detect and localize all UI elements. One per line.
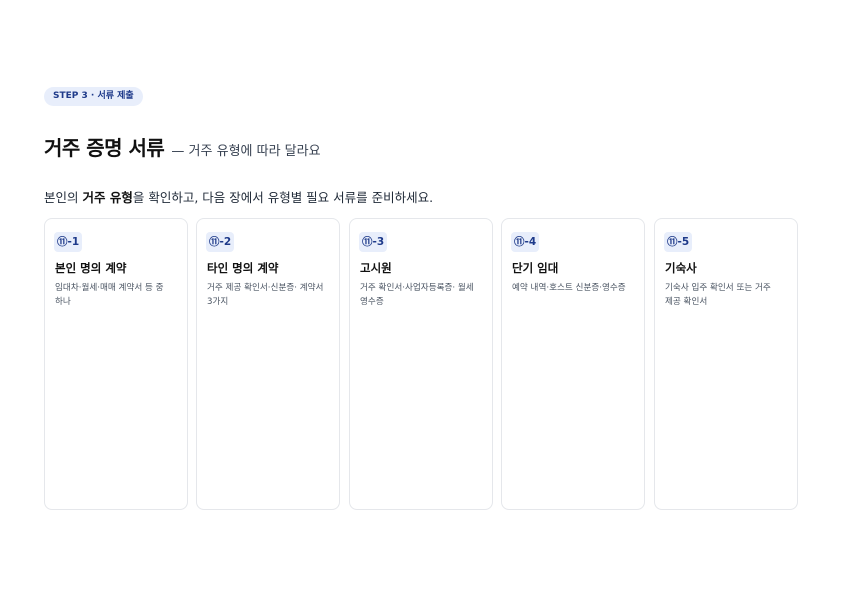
card-tag: ⑪-5 xyxy=(664,232,693,252)
card-title: 단기 임대 xyxy=(512,261,559,275)
intro-emphasis: 거주 유형 xyxy=(82,190,133,205)
card-gosiwon: ⑪-3 고시원 거주 확인서·사업자등록증· 월세 영수증 xyxy=(349,218,493,510)
step-badge: STEP 3 · 서류 제출 xyxy=(44,87,143,106)
page-title: 거주 증명 서류 — 거주 유형에 따라 달라요 xyxy=(44,132,321,161)
card-desc: 거주 확인서·사업자등록증· 월세 영수증 xyxy=(360,283,474,307)
card-desc: 예약 내역·호스트 신분증·영수증 xyxy=(512,283,626,293)
intro-after: 을 확인하고, 다음 장에서 유형별 필요 서류를 준비하세요. xyxy=(132,190,434,205)
card-own-contract: ⑪-1 본인 명의 계약 임대차·월세·매매 계약서 등 중 하나 xyxy=(44,218,188,510)
card-dormitory: ⑪-5 기숙사 기숙사 입주 확인서 또는 거주 제공 확인서 xyxy=(654,218,798,510)
card-tag: ⑪-3 xyxy=(359,232,388,252)
card-short-term-rental: ⑪-4 단기 임대 예약 내역·호스트 신분증·영수증 xyxy=(501,218,645,510)
card-desc: 거주 제공 확인서·신분증· 계약서 3가지 xyxy=(207,283,324,307)
page: STEP 3 · 서류 제출 거주 증명 서류 — 거주 유형에 따라 달라요 … xyxy=(0,0,842,595)
page-title-sub: — 거주 유형에 따라 달라요 xyxy=(171,144,321,159)
card-title: 본인 명의 계약 xyxy=(55,261,127,275)
intro-before: 본인의 xyxy=(44,190,83,205)
card-tag: ⑪-4 xyxy=(511,232,540,252)
intro-text: 본인의 거주 유형을 확인하고, 다음 장에서 유형별 필요 서류를 준비하세요… xyxy=(44,187,433,206)
card-desc: 기숙사 입주 확인서 또는 거주 제공 확인서 xyxy=(665,283,771,307)
residence-type-cards: ⑪-1 본인 명의 계약 임대차·월세·매매 계약서 등 중 하나 ⑪-2 타인… xyxy=(44,218,798,510)
card-other-contract: ⑪-2 타인 명의 계약 거주 제공 확인서·신분증· 계약서 3가지 xyxy=(196,218,340,510)
card-tag: ⑪-2 xyxy=(206,232,235,252)
page-title-main: 거주 증명 서류 xyxy=(44,136,165,160)
card-title: 고시원 xyxy=(360,261,392,275)
card-title: 기숙사 xyxy=(665,261,697,275)
card-desc: 임대차·월세·매매 계약서 등 중 하나 xyxy=(55,283,164,307)
card-tag: ⑪-1 xyxy=(54,232,83,252)
card-title: 타인 명의 계약 xyxy=(207,261,279,275)
